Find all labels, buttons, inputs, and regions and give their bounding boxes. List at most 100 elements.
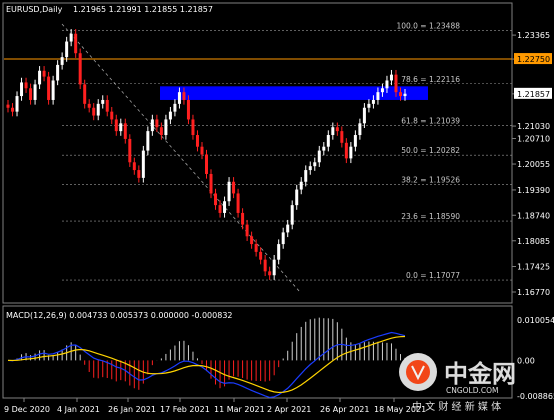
candlestick-series [6, 29, 407, 280]
candle-body [110, 111, 114, 120]
candle-body [200, 146, 204, 155]
candle-body [371, 99, 375, 104]
candle-body [322, 146, 326, 151]
candle-body [146, 131, 150, 151]
candle-body [313, 162, 317, 167]
candle-body [137, 170, 141, 178]
candle-body [250, 236, 254, 245]
fibonacci-level-label: 0.0 = 1.17077 [406, 271, 460, 280]
candle-body [83, 84, 87, 104]
candle-body [164, 119, 168, 136]
price-tick-label: 1.16770 [517, 288, 550, 297]
candle-body [241, 212, 245, 225]
candle-body [268, 271, 272, 276]
candle-body [385, 80, 389, 89]
candle-body [29, 88, 33, 100]
candle-body [150, 119, 154, 132]
candle-body [308, 166, 312, 171]
candle-body [123, 123, 127, 139]
candle-body [24, 82, 28, 89]
candle-body [56, 64, 60, 81]
candle-body [60, 57, 64, 65]
candle-body [398, 92, 402, 97]
candle-body [87, 103, 91, 108]
date-tick-label: 11 Mar 2021 [214, 405, 265, 414]
candle-body [33, 84, 37, 100]
price-axis: 1.23365 1.22750 1.21857 1.21030 1.20710 1.200… [512, 31, 552, 297]
candle-body [20, 82, 24, 97]
candle-body [205, 154, 208, 174]
watermark-domain: CNGOLD.COM [446, 386, 499, 395]
date-tick-label: 9 Dec 2020 [4, 405, 50, 414]
candle-body [218, 205, 222, 213]
price-tick-label: 1.17425 [517, 262, 550, 271]
candle-body [236, 193, 240, 213]
macd-axis-label: 0.010054 [517, 316, 554, 325]
price-tick-label: 1.18740 [517, 211, 550, 220]
candle-body [394, 74, 398, 93]
candle-body [290, 205, 294, 225]
price-tick-label: 1.22750 [517, 55, 550, 64]
candle-body [209, 173, 213, 194]
candle-body [299, 181, 303, 190]
candle-body [326, 135, 330, 147]
candle-body [74, 33, 78, 54]
candle-body [340, 131, 344, 143]
fibonacci-trend-line[interactable] [61, 23, 301, 293]
candle-body [367, 103, 371, 108]
candle-body [263, 259, 267, 272]
candle-body [96, 103, 100, 116]
cngold-watermark: 中金网 CNGOLD.COM 中 文 财 经 新 媒 体 [399, 353, 516, 413]
price-tick-label: 1.19390 [517, 186, 550, 195]
price-tick-label: 1.20710 [517, 135, 550, 144]
candle-body [259, 251, 263, 260]
candle-body [132, 162, 136, 171]
candle-body [168, 111, 172, 120]
candle-body [51, 80, 55, 100]
date-tick-label: 4 Jan 2021 [57, 405, 100, 414]
candle-body [182, 92, 186, 100]
candle-body [78, 53, 82, 85]
candle-body [254, 244, 258, 252]
fibonacci-level-label: 61.8 = 1.21039 [401, 117, 460, 126]
candle-body [6, 104, 10, 108]
candle-body [141, 150, 145, 178]
macd-label: MACD(12,26,9) 0.004733 0.005373 0.000000… [6, 311, 233, 320]
date-tick-label: 26 Apr 2021 [320, 405, 369, 414]
candle-body [403, 93, 407, 97]
candle-body [380, 88, 384, 93]
date-tick-label: 2 Apr 2021 [267, 405, 311, 414]
fibonacci-level-label: 38.2 = 1.19526 [401, 176, 460, 185]
candle-body [304, 170, 308, 182]
candle-body [155, 119, 159, 128]
candle-body [195, 135, 199, 147]
resistance-zone-rectangle[interactable] [160, 86, 428, 100]
candle-body [353, 135, 357, 147]
candle-body [245, 224, 249, 237]
candle-body [177, 92, 181, 104]
candle-body [15, 96, 19, 112]
candle-body [317, 150, 321, 163]
candle-body [232, 181, 236, 194]
candle-body [286, 224, 290, 233]
candle-body [277, 244, 281, 260]
mt4-chart-window: 100.0 = 1.23488 78.6 = 1.22116 61.8 = 1.21… [0, 0, 554, 420]
candle-body [335, 127, 339, 132]
fibonacci-level-label: 100.0 = 1.23488 [396, 21, 460, 30]
candle-body [47, 76, 51, 100]
candle-body [69, 33, 73, 42]
candle-body [42, 70, 46, 77]
candle-body [38, 70, 42, 85]
candle-body [65, 41, 69, 58]
price-tick-label: 1.21857 [517, 90, 550, 99]
watermark-subtitle: 中 文 财 经 新 媒 体 [412, 400, 501, 413]
candle-body [223, 201, 227, 213]
fibonacci-level-label: 23.6 = 1.18590 [401, 212, 460, 221]
chart-canvas[interactable]: 100.0 = 1.23488 78.6 = 1.22116 61.8 = 1.21… [0, 0, 554, 420]
candle-body [214, 193, 218, 206]
candle-body [11, 107, 15, 112]
candle-body [173, 103, 177, 112]
price-tick-label: 1.18085 [517, 237, 550, 246]
date-axis: 9 Dec 2020 4 Jan 2021 26 Jan 2021 17 Feb 20… [4, 398, 426, 414]
candle-body [281, 232, 285, 245]
